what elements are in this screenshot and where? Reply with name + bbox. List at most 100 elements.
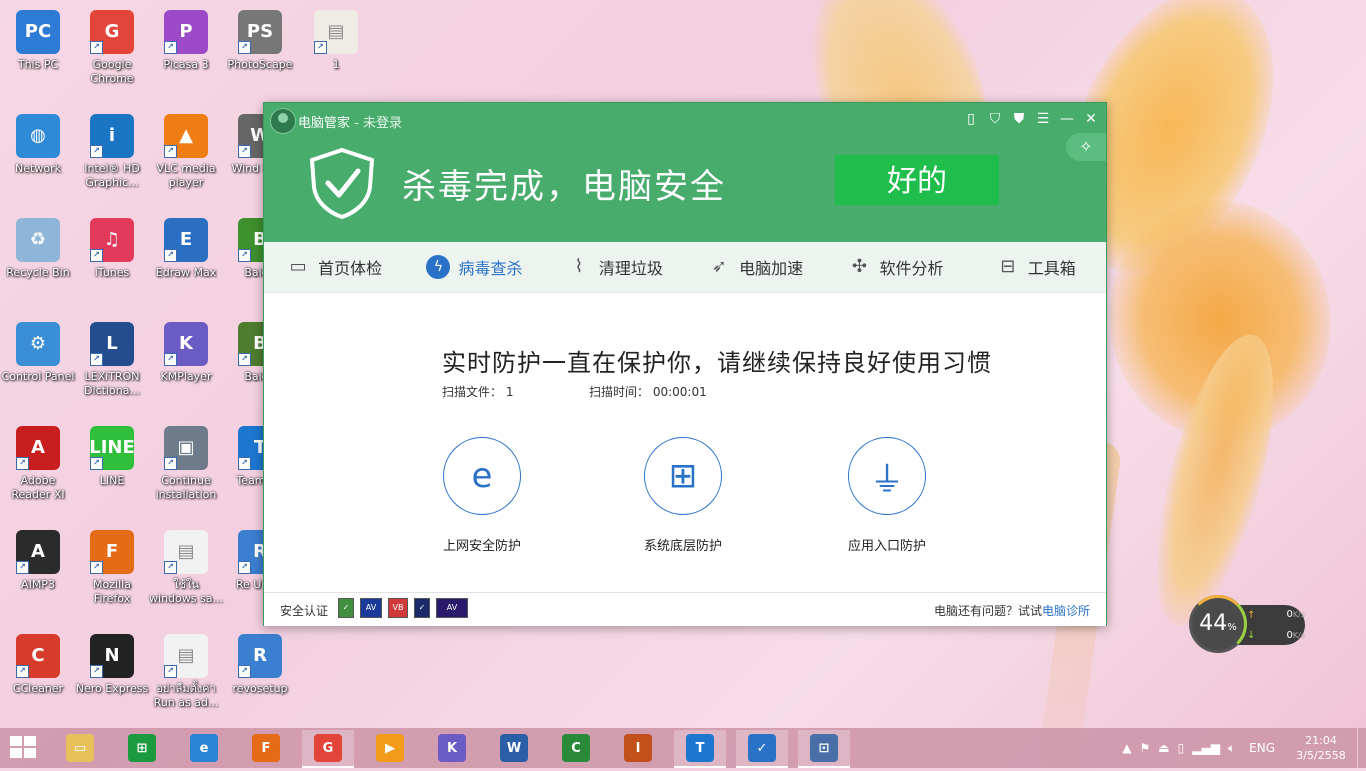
desktop-icon[interactable]: ▤ ↗ 1: [298, 4, 374, 72]
language-indicator[interactable]: ENG: [1249, 741, 1275, 755]
taskbar-pc-manager[interactable]: ✓: [736, 730, 788, 768]
tab-bolt[interactable]: ϟ 病毒查杀: [404, 242, 544, 292]
desktop-icon[interactable]: P ↗ Picasa 3: [148, 4, 224, 72]
avatar[interactable]: [270, 108, 296, 134]
sparkle-icon[interactable]: ✧: [1066, 133, 1106, 161]
cert-badge-icon[interactable]: ✓: [414, 598, 430, 618]
show-desktop-button[interactable]: [1357, 728, 1366, 768]
desktop-icon[interactable]: A ↗ Adobe Reader XI: [0, 420, 76, 502]
taskbar-impress[interactable]: I: [612, 730, 664, 766]
download-speed: 0K/s: [1249, 630, 1305, 641]
desktop-icon-image: G ↗: [90, 10, 134, 54]
cert-badge-icon[interactable]: AV: [436, 598, 468, 618]
protection-label: 系统底层防护: [643, 539, 722, 554]
title-bar[interactable]: 电脑管家 - 未登录 ▯ ⛉ ⛊ ☰ — ✕: [264, 103, 1106, 137]
desktop-icon[interactable]: ◍ Network: [0, 108, 76, 176]
toolbox-icon: ⊟: [1000, 256, 1016, 277]
pc-clinic-link[interactable]: 电脑诊所: [1042, 604, 1090, 618]
protection-item[interactable]: ⏚ 应用入口防护: [827, 437, 947, 554]
menu-icon[interactable]: ☰: [1034, 110, 1052, 128]
tab-rocket[interactable]: ➶ 电脑加速: [685, 242, 825, 292]
desktop-icon[interactable]: N ↗ Nero Express: [74, 628, 150, 696]
battery-icon[interactable]: ▯: [1178, 741, 1185, 755]
shortcut-arrow-icon: ↗: [238, 145, 251, 158]
shirt-icon[interactable]: ⛊: [1010, 110, 1028, 128]
shield-check-icon: [309, 147, 375, 219]
desktop-icon[interactable]: E ↗ Edraw Max: [148, 212, 224, 280]
desktop-icon[interactable]: A ↗ AIMP3: [0, 524, 76, 592]
shortcut-arrow-icon: ↗: [90, 561, 103, 574]
cert-badge-icon[interactable]: VB: [388, 598, 408, 618]
help-prompt: 电脑还有问题？试试: [933, 604, 1042, 618]
show-hidden-icons[interactable]: ▲: [1122, 741, 1131, 755]
desktop-icon[interactable]: F ↗ Mozilla Firefox: [74, 524, 150, 606]
desktop-icon[interactable]: ▤ ↗ ใช้ใน windows sa...: [148, 524, 224, 606]
network-meter[interactable]: 44% ↑ 0K/s ↓ 0K/s: [1189, 595, 1307, 655]
protection-item[interactable]: ⊞ 系统底层防护: [623, 437, 743, 554]
desktop-icon[interactable]: LINE ↗ LINE: [74, 420, 150, 488]
desktop-icon[interactable]: ♻ Recycle Bin: [0, 212, 76, 280]
window-footer: 安全认证 ✓ AV VB ✓ AV 电脑还有问题？试试电脑诊所: [264, 592, 1106, 626]
windows-icon: ⊞: [644, 437, 722, 515]
desktop-icon[interactable]: ▤ ↗ อย่าลืมตั้งค่า Run as ad...: [148, 628, 224, 710]
desktop-icon[interactable]: ▲ ↗ VLC media player: [148, 108, 224, 190]
tab-label: 工具箱: [1027, 259, 1076, 278]
desktop-icon[interactable]: L ↗ LEXiTRON Dictiona...: [74, 316, 150, 398]
clock[interactable]: 21:04 3/5/2558: [1285, 733, 1357, 763]
desktop-icon-label: PhotoScape: [227, 58, 293, 71]
desktop-icon[interactable]: ♫ ↗ iTunes: [74, 212, 150, 280]
usb-tray-icon[interactable]: ⏏: [1158, 741, 1169, 755]
tab-label: 软件分析: [879, 259, 944, 278]
desktop-icon-image: A ↗: [16, 530, 60, 574]
signal-icon[interactable]: ▂▄▆: [1192, 741, 1220, 755]
protection-message: 实时防护一直在保护你，请继续保持良好使用习惯: [442, 349, 992, 377]
cert-badge-icon[interactable]: ✓: [338, 598, 354, 618]
kmplayer-icon: K: [438, 734, 466, 762]
desktop-icon-label: LINE: [99, 474, 125, 487]
ok-button[interactable]: 好的: [835, 155, 999, 205]
taskbar-remote[interactable]: ⊡: [798, 730, 850, 768]
desktop-icon[interactable]: R ↗ revosetup: [222, 628, 298, 696]
desktop-icon-label: Picasa 3: [163, 58, 209, 71]
start-button[interactable]: [10, 736, 38, 760]
taskbar-internet-explorer[interactable]: e: [178, 730, 230, 766]
tab-label: 病毒查杀: [458, 259, 523, 278]
taskbar-store[interactable]: ⊞: [116, 730, 168, 766]
desktop-icon[interactable]: ▣ ↗ Continue installation: [148, 420, 224, 502]
desktop-icon[interactable]: PC This PC: [0, 4, 76, 72]
tab-clover[interactable]: ✣ 软件分析: [825, 242, 965, 292]
shortcut-arrow-icon: ↗: [90, 145, 103, 158]
taskbar-calc[interactable]: C: [550, 730, 602, 766]
close-icon[interactable]: ✕: [1082, 110, 1100, 128]
desktop-icon[interactable]: C ↗ CCleaner: [0, 628, 76, 696]
ie-icon: e: [443, 437, 521, 515]
desktop-icon-image: i ↗: [90, 114, 134, 158]
flag-icon[interactable]: ⚑: [1140, 741, 1151, 755]
taskbar-chrome[interactable]: G: [302, 730, 354, 768]
desktop-icon[interactable]: G ↗ Google Chrome: [74, 4, 150, 86]
shield-icon[interactable]: ⛉: [986, 110, 1004, 128]
media-player-icon: ▶: [376, 734, 404, 762]
taskbar-writer[interactable]: W: [488, 730, 540, 766]
login-status[interactable]: - 未登录: [350, 116, 402, 131]
taskbar-kmplayer[interactable]: K: [426, 730, 478, 766]
desktop-icon[interactable]: PS ↗ PhotoScape: [222, 4, 298, 72]
desktop-icon[interactable]: ⚙ Control Panel: [0, 316, 76, 384]
phone-icon[interactable]: ▯: [962, 110, 980, 128]
taskbar-file-explorer[interactable]: ▭: [54, 730, 106, 766]
taskbar-media-player[interactable]: ▶: [364, 730, 416, 766]
tab-broom[interactable]: ⌇ 清理垃圾: [545, 242, 685, 292]
taskbar-firefox[interactable]: F: [240, 730, 292, 766]
cert-badge-icon[interactable]: AV: [360, 598, 382, 618]
minimize-icon[interactable]: —: [1058, 110, 1076, 128]
desktop-icon[interactable]: i ↗ Intel® HD Graphic...: [74, 108, 150, 190]
desktop-icon[interactable]: K ↗ KMPlayer: [148, 316, 224, 384]
tab-toolbox[interactable]: ⊟ 工具箱: [966, 242, 1106, 292]
protection-item[interactable]: e 上网安全防护: [422, 437, 542, 554]
taskbar-teamviewer[interactable]: T: [674, 730, 726, 768]
shortcut-arrow-icon: ↗: [238, 665, 251, 678]
shortcut-arrow-icon: ↗: [164, 41, 177, 54]
volume-icon[interactable]: 🔈︎: [1228, 741, 1235, 756]
tab-monitor[interactable]: ▭ 首页体检: [264, 242, 404, 292]
shortcut-arrow-icon: ↗: [238, 41, 251, 54]
